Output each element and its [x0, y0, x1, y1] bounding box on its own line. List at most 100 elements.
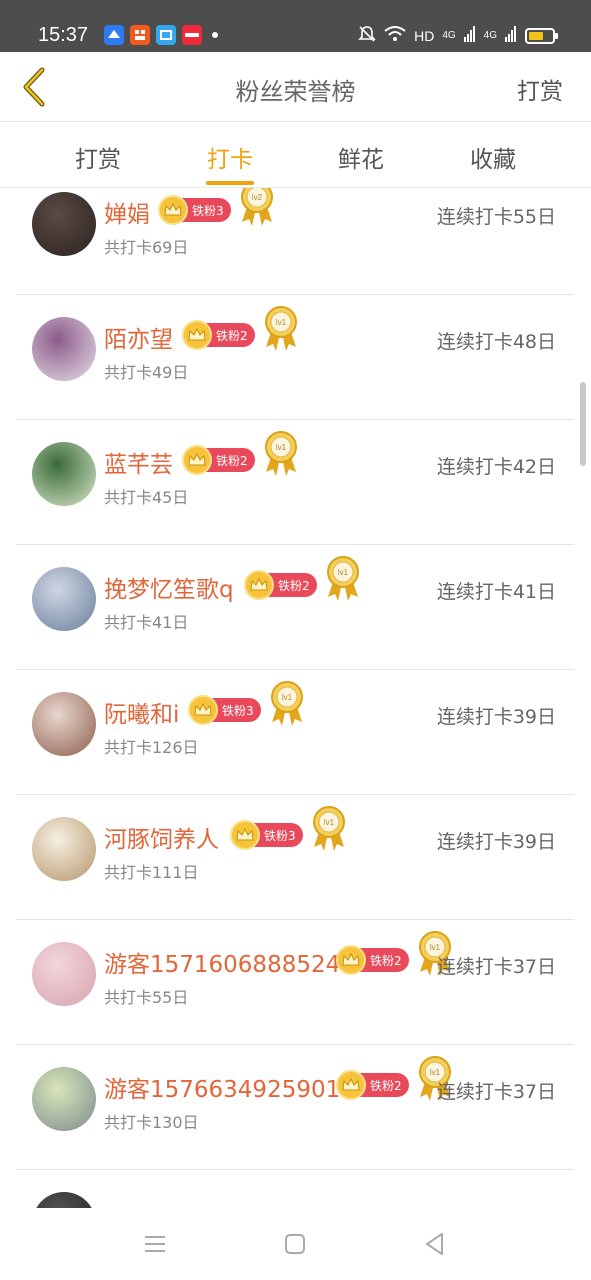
avatar[interactable]: [32, 567, 96, 631]
fan-level-badge: 铁粉3: [158, 195, 231, 225]
xiaohongshu-icon: [182, 25, 202, 45]
ranking-row[interactable]: 游客1576634925901 铁粉2 lv1 共打卡130日 连续打卡37日: [16, 1045, 574, 1170]
status-bar: 15:37 HD 4G 4G: [0, 0, 591, 52]
crown-icon: [158, 195, 188, 225]
status-indicators: HD 4G 4G: [358, 25, 558, 46]
ranking-row[interactable]: 陌亦望 铁粉2 lv1 共打卡49日 连续打卡48日: [16, 295, 574, 420]
avatar[interactable]: [32, 442, 96, 506]
alipay-icon: [156, 25, 176, 45]
user-name[interactable]: 阮曦和i: [104, 695, 179, 729]
ranking-row[interactable]: 婵娟 铁粉3 lv2 共打卡69日 连续打卡55日: [16, 188, 574, 295]
tab-label: 打赏: [75, 147, 121, 173]
avatar[interactable]: [32, 317, 96, 381]
user-name[interactable]: 婵娟: [104, 195, 150, 229]
fan-level-badge: 铁粉3: [188, 695, 261, 725]
menu-icon[interactable]: [141, 1230, 169, 1258]
streak-checkin-text: 连续打卡39日: [436, 706, 556, 728]
avatar[interactable]: [32, 192, 96, 256]
medal-level-text: lv1: [276, 318, 287, 327]
signal-bars-icon-2: [505, 26, 517, 45]
medal-level-text: lv2: [252, 193, 263, 202]
tab-flowers[interactable]: 鲜花: [311, 140, 411, 174]
tab-label: 收藏: [470, 147, 516, 173]
tab-bar: 打赏 打卡 鲜花 收藏: [0, 122, 591, 188]
total-checkin-text: 共打卡130日: [104, 1113, 199, 1132]
crown-icon: [230, 820, 260, 850]
ranking-row[interactable]: 游客1571606888524 铁粉2 lv1 共打卡55日 连续打卡37日: [16, 920, 574, 1045]
ranking-row[interactable]: 阮曦和i 铁粉3 lv1 共打卡126日 连续打卡39日: [16, 670, 574, 795]
total-checkin-text: 共打卡41日: [104, 613, 189, 632]
level-medal-icon: lv1: [262, 305, 300, 353]
fan-level-text: 铁粉3: [192, 203, 224, 218]
medal-level-text: lv1: [282, 693, 293, 702]
avatar[interactable]: [32, 1067, 96, 1131]
ranking-row-partial[interactable]: [16, 1170, 574, 1208]
tab-label: 鲜花: [338, 147, 384, 173]
level-medal-icon: lv1: [324, 555, 362, 603]
page-title: 粉丝荣誉榜: [235, 78, 356, 106]
level-medal-icon: lv1: [262, 430, 300, 478]
tab-label: 打卡: [207, 147, 253, 173]
avatar[interactable]: [32, 1192, 96, 1208]
crown-icon: [336, 1070, 366, 1100]
signal-bars-icon-1: [463, 26, 476, 45]
total-checkin-text: 共打卡55日: [104, 988, 189, 1007]
user-name[interactable]: 蓝芊芸: [104, 445, 173, 479]
avatar[interactable]: [32, 817, 96, 881]
streak-checkin-text: 连续打卡37日: [436, 956, 556, 978]
fan-level-text: 铁粉2: [216, 453, 248, 468]
message-app-icon: [104, 25, 124, 45]
streak-checkin-text: 连续打卡41日: [436, 581, 556, 603]
system-nav-bar: [0, 1208, 591, 1280]
avatar[interactable]: [32, 942, 96, 1006]
total-checkin-text: 共打卡45日: [104, 488, 189, 507]
taobao-icon: [130, 25, 150, 45]
total-checkin-text: 共打卡111日: [104, 863, 199, 882]
crown-icon: [188, 695, 218, 725]
total-checkin-text: 共打卡49日: [104, 363, 189, 382]
level-medal-icon: lv1: [310, 805, 348, 853]
fan-level-badge: 铁粉2: [336, 945, 409, 975]
status-app-icons: [104, 25, 218, 45]
user-name[interactable]: 游客1576634925901: [104, 1070, 340, 1104]
fan-level-text: 铁粉2: [370, 953, 402, 968]
tab-reward[interactable]: 打赏: [48, 140, 148, 174]
avatar[interactable]: [32, 692, 96, 756]
medal-level-text: lv1: [324, 818, 335, 827]
signal-4g-label-2: 4G: [483, 30, 497, 41]
streak-checkin-text: 连续打卡48日: [436, 331, 556, 353]
battery-icon: [525, 27, 558, 44]
total-checkin-text: 共打卡126日: [104, 738, 199, 757]
notification-dot: [212, 32, 218, 38]
medal-level-text: lv1: [430, 943, 441, 952]
status-time: 15:37: [38, 24, 89, 46]
crown-icon: [182, 445, 212, 475]
signal-4g-label-1: 4G: [442, 30, 456, 41]
user-name[interactable]: 河豚饲养人: [104, 820, 219, 854]
user-name[interactable]: 游客1571606888524: [104, 945, 340, 979]
reward-button[interactable]: 打赏: [517, 72, 563, 106]
streak-checkin-text: 连续打卡37日: [436, 1081, 556, 1103]
tab-checkin[interactable]: 打卡: [180, 140, 280, 185]
streak-checkin-text: 连续打卡55日: [436, 206, 556, 228]
mute-bell-icon: [358, 25, 377, 46]
tab-favorites[interactable]: 收藏: [443, 140, 543, 174]
crown-icon: [182, 320, 212, 350]
level-medal-icon: lv2: [238, 188, 276, 228]
user-name[interactable]: 陌亦望: [104, 320, 173, 354]
hd-label: HD: [414, 27, 435, 44]
user-name[interactable]: 挽梦忆笙歌q: [104, 570, 234, 604]
fan-level-text: 铁粉2: [278, 578, 310, 593]
ranking-row[interactable]: 蓝芊芸 铁粉2 lv1 共打卡45日 连续打卡42日: [16, 420, 574, 545]
scrollbar[interactable]: [580, 382, 586, 466]
fan-level-text: 铁粉2: [370, 1078, 402, 1093]
crown-icon: [336, 945, 366, 975]
home-icon[interactable]: [281, 1230, 309, 1258]
active-tab-indicator: [206, 181, 254, 185]
ranking-row[interactable]: 挽梦忆笙歌q 铁粉2 lv1 共打卡41日 连续打卡41日: [16, 545, 574, 670]
ranking-row[interactable]: 河豚饲养人 铁粉3 lv1 共打卡111日 连续打卡39日: [16, 795, 574, 920]
fan-level-badge: 铁粉2: [182, 320, 255, 350]
back-triangle-icon[interactable]: [421, 1230, 449, 1258]
checkin-ranking-list: 婵娟 铁粉3 lv2 共打卡69日 连续打卡55日 陌亦望 铁粉2 lv1 共打卡49日 连续打卡…: [0, 188, 591, 1208]
wifi-icon: [384, 26, 406, 45]
